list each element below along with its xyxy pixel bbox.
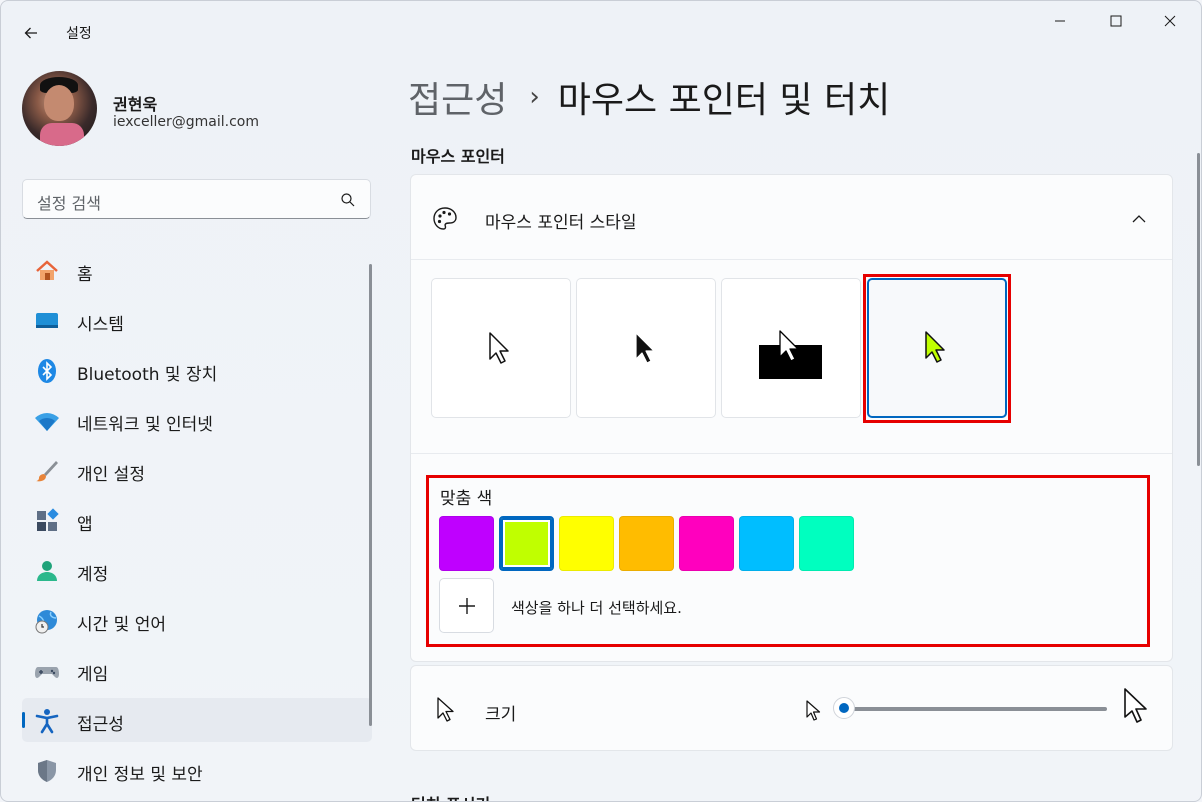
maximize-icon	[1110, 15, 1122, 27]
sidebar-item-label: 게임	[77, 665, 109, 685]
pointer-style-header[interactable]: 마우스 포인터 스타일	[411, 175, 1172, 260]
search-input[interactable]: 설정 검색	[22, 179, 371, 219]
close-button[interactable]	[1147, 5, 1193, 37]
main-scrollbar[interactable]	[1197, 153, 1200, 466]
sidebar-item-system[interactable]: 시스템	[22, 298, 372, 342]
sidebar-item-label: Bluetooth 및 장치	[77, 365, 218, 385]
sidebar-item-accessibility[interactable]: 접근성	[22, 698, 372, 742]
size-slider-thumb[interactable]	[833, 697, 855, 719]
account-icon	[37, 561, 57, 581]
sidebar-item-label: 네트워크 및 인터넷	[77, 415, 213, 435]
profile-email: iexceller@gmail.com	[113, 114, 259, 130]
sidebar-item-label: 개인 정보 및 보안	[77, 765, 203, 785]
sidebar-item-label: 시스템	[77, 315, 124, 335]
search-placeholder: 설정 검색	[37, 194, 101, 213]
wifi-icon	[35, 413, 59, 431]
sidebar-item-bluetooth[interactable]: Bluetooth 및 장치	[22, 348, 372, 392]
pointer-style-card: 마우스 포인터 스타일 맞춤 색 색상을 하나 더 선택하세요.	[410, 174, 1173, 662]
sidebar-item-apps[interactable]: 앱	[22, 498, 372, 542]
pointer-style-label: 마우스 포인터 스타일	[485, 213, 637, 233]
sidebar-scrollbar[interactable]	[369, 264, 372, 726]
highlight-frame	[426, 475, 1150, 647]
sidebar-item-personalization[interactable]: 개인 설정	[22, 448, 372, 492]
size-slider-track[interactable]	[845, 707, 1107, 711]
sidebar-item-privacy[interactable]: 개인 정보 및 보안	[22, 748, 372, 792]
sidebar-nav: 홈 시스템 Bluetooth 및 장치 네트워크 및 인터넷 개인 설정 앱 …	[22, 248, 372, 798]
breadcrumb-separator: ›	[529, 82, 540, 112]
highlight-frame	[863, 274, 1011, 423]
apps-icon	[37, 508, 59, 531]
sidebar-item-label: 접근성	[77, 715, 124, 735]
pointer-style-black[interactable]	[576, 278, 716, 418]
breadcrumb-parent[interactable]: 접근성	[408, 71, 507, 123]
page-title: 마우스 포인터 및 터치	[557, 80, 891, 121]
profile-name: 권현욱	[113, 95, 158, 114]
system-icon	[36, 313, 58, 328]
black-pointer-icon	[635, 332, 655, 364]
app-title: 설정	[66, 26, 92, 42]
size-label: 크기	[485, 705, 517, 725]
sidebar-item-time-language[interactable]: 시간 및 언어	[22, 598, 372, 642]
gamepad-icon	[35, 667, 59, 678]
palette-icon	[433, 207, 457, 230]
breadcrumb: 접근성 › 마우스 포인터 및 터치	[408, 71, 890, 123]
sidebar-item-label: 앱	[77, 515, 93, 535]
section-title: 마우스 포인터	[411, 147, 505, 166]
avatar[interactable]	[22, 71, 97, 146]
chevron-up-icon[interactable]	[1129, 209, 1149, 229]
pointer-icon	[437, 697, 454, 722]
maximize-button[interactable]	[1093, 5, 1139, 37]
inverted-pointer-icon	[759, 330, 822, 379]
small-pointer-icon	[806, 700, 821, 721]
pointer-style-inverted[interactable]	[721, 278, 861, 418]
close-icon	[1164, 15, 1176, 27]
settings-window: 설정 권현욱 iexceller@gmail.com 설정 검색 홈 시스템 B…	[0, 0, 1202, 802]
sidebar-item-label: 홈	[77, 265, 93, 285]
sidebar-item-label: 개인 설정	[77, 465, 145, 485]
globe-clock-icon	[35, 610, 57, 634]
arrow-left-icon	[24, 27, 37, 39]
active-indicator	[22, 712, 25, 728]
bluetooth-icon	[38, 359, 56, 383]
title-bar: 설정	[1, 1, 1201, 49]
back-button[interactable]	[15, 17, 47, 49]
brush-icon	[36, 461, 58, 482]
divider	[411, 453, 1172, 454]
sidebar-item-label: 시간 및 언어	[77, 615, 167, 635]
white-pointer-icon	[489, 332, 509, 364]
sidebar-item-network[interactable]: 네트워크 및 인터넷	[22, 398, 372, 442]
sidebar-item-home[interactable]: 홈	[22, 248, 372, 292]
large-pointer-icon	[1124, 688, 1147, 723]
minimize-button[interactable]	[1037, 5, 1083, 37]
sidebar-item-label: 계정	[77, 565, 109, 585]
minimize-icon	[1055, 20, 1065, 22]
pointer-style-white[interactable]	[431, 278, 571, 418]
shield-icon	[38, 760, 56, 782]
home-icon	[36, 260, 58, 280]
sidebar-item-gaming[interactable]: 게임	[22, 648, 372, 692]
next-section-title: 터치 표시기	[411, 791, 490, 801]
accessibility-icon	[35, 709, 59, 734]
sidebar-item-accounts[interactable]: 계정	[22, 548, 372, 592]
pointer-size-card: 크기	[410, 665, 1173, 751]
search-icon	[341, 193, 355, 207]
